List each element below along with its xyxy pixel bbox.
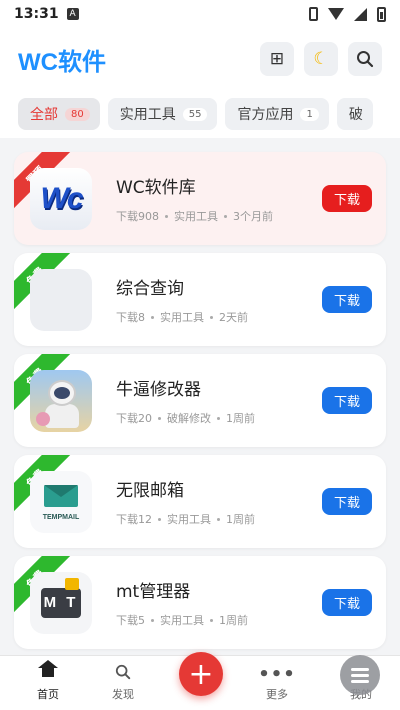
- nav-discover[interactable]: 发现: [93, 664, 153, 702]
- nav-more[interactable]: ••• 更多: [247, 664, 307, 702]
- download-count: 下载908: [116, 210, 159, 223]
- app-category: 实用工具: [174, 210, 218, 223]
- list-item[interactable]: 免费 TEMPMAIL 无限邮箱 下载12 实用工具 1周前 下载: [14, 455, 386, 548]
- status-time: 13:31: [14, 6, 59, 22]
- tab-all[interactable]: 全部 80: [18, 98, 100, 130]
- update-time: 1周前: [219, 614, 248, 627]
- app-name: 综合查询: [116, 279, 184, 299]
- list-item[interactable]: 置顶 Wc WC软件库 下载908 实用工具 3个月前 下载: [14, 152, 386, 245]
- download-count: 下载20: [116, 412, 152, 425]
- update-time: 3个月前: [233, 210, 273, 223]
- nav-home[interactable]: 首页: [18, 660, 78, 702]
- update-time: 2天前: [219, 311, 248, 324]
- app-category: 实用工具: [167, 513, 211, 526]
- app-name: 牛逼修改器: [116, 380, 201, 400]
- download-count: 下载8: [116, 311, 145, 324]
- app-icon: Wc: [30, 167, 92, 230]
- download-button[interactable]: 下载: [322, 488, 372, 515]
- app-title: WC软件: [18, 48, 106, 76]
- tab-label: 实用工具: [119, 107, 176, 123]
- app-icon: TEMPMAIL: [30, 470, 92, 533]
- search-icon: [357, 51, 374, 68]
- wifi-icon: [328, 8, 344, 20]
- tab-label: 官方应用: [237, 107, 294, 123]
- tab-count: 80: [65, 107, 90, 121]
- tab-count: 1: [300, 107, 319, 121]
- download-count: 下载5: [116, 614, 145, 627]
- status-bar: 13:31 A: [0, 0, 400, 28]
- more-icon: •••: [258, 664, 296, 685]
- download-button[interactable]: 下载: [322, 185, 372, 212]
- download-button[interactable]: 下载: [322, 286, 372, 313]
- app-icon: [30, 268, 92, 331]
- tab-count: 55: [182, 107, 208, 121]
- nav-label: 首页: [37, 688, 59, 701]
- vibrate-icon: [309, 7, 318, 21]
- search-icon: [115, 664, 131, 680]
- add-button[interactable]: +: [179, 652, 223, 696]
- app-name: mt管理器: [116, 582, 191, 602]
- tab-label: 全部: [30, 107, 58, 123]
- grid-button[interactable]: ⊞: [260, 42, 294, 76]
- list-item[interactable]: 免费 牛逼修改器 下载20 破解修改 1周前 下载: [14, 354, 386, 447]
- list-item[interactable]: 免费 M T mt管理器 下载5 实用工具 1周前 下载: [14, 556, 386, 649]
- app-name: 无限邮箱: [116, 481, 184, 501]
- floating-menu-icon[interactable]: [340, 655, 380, 695]
- grid-icon: ⊞: [269, 49, 285, 69]
- nav-label: 发现: [112, 688, 134, 701]
- app-name: WC软件库: [116, 178, 196, 198]
- notification-icon: A: [66, 8, 79, 20]
- moon-icon: ☾: [313, 49, 329, 69]
- battery-icon: [377, 6, 386, 22]
- app-icon: [30, 369, 92, 432]
- tab-tools[interactable]: 实用工具 55: [107, 98, 218, 130]
- home-icon: [38, 660, 58, 680]
- update-time: 1周前: [226, 412, 255, 425]
- app-category: 实用工具: [160, 614, 204, 627]
- download-button[interactable]: 下载: [322, 589, 372, 616]
- theme-toggle-button[interactable]: ☾: [304, 42, 338, 76]
- app-list: 置顶 Wc WC软件库 下载908 实用工具 3个月前 下载 免费 综合查询 下…: [14, 152, 386, 657]
- tab-official[interactable]: 官方应用 1: [225, 98, 329, 130]
- category-tabs: 全部 80 实用工具 55 官方应用 1 破: [0, 90, 400, 138]
- list-item[interactable]: 免费 综合查询 下载8 实用工具 2天前 下载: [14, 253, 386, 346]
- app-icon: M T: [30, 571, 92, 634]
- update-time: 1周前: [226, 513, 255, 526]
- app-category: 破解修改: [167, 412, 211, 425]
- nav-label: 更多: [266, 688, 288, 701]
- tab-label: 破: [348, 107, 363, 123]
- app-header: WC软件 ⊞ ☾: [0, 28, 400, 90]
- tab-crack[interactable]: 破: [336, 98, 373, 130]
- signal-icon: [354, 7, 367, 21]
- search-button[interactable]: [348, 42, 382, 76]
- app-category: 实用工具: [160, 311, 204, 324]
- download-button[interactable]: 下载: [322, 387, 372, 414]
- download-count: 下载12: [116, 513, 152, 526]
